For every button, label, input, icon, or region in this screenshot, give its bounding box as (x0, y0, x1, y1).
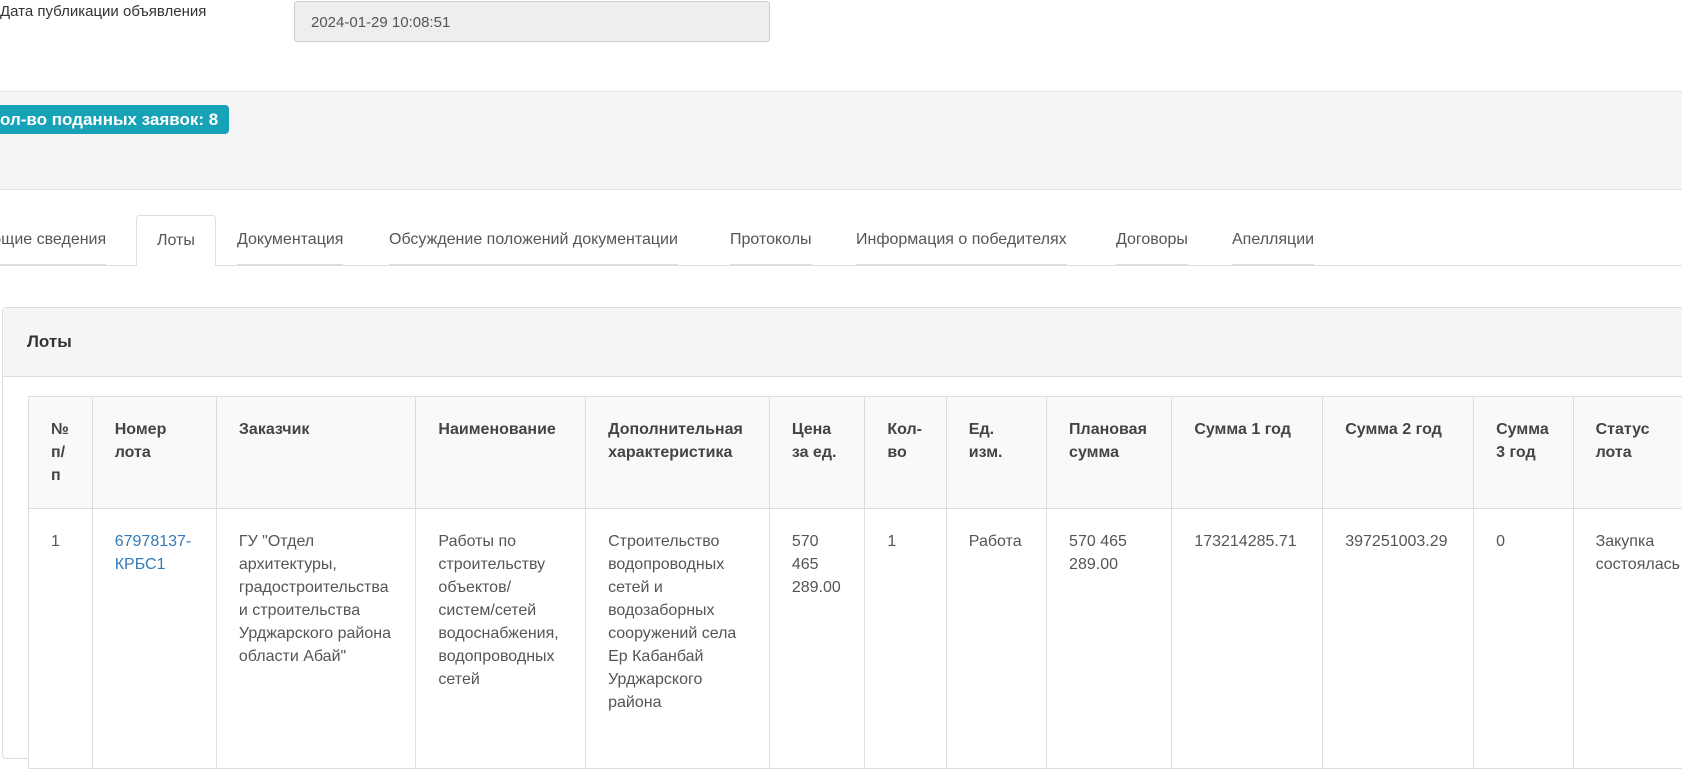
lots-panel-title: Лоты (3, 308, 1682, 377)
tabs-nav: бщие сведения Лоты Документация Обсужден… (0, 215, 1682, 266)
tab-protocols[interactable]: Протоколы (730, 215, 812, 265)
col-sum3: Сумма 3 год (1474, 397, 1573, 509)
cell-lot-number: 67978137-КРБС1 (92, 509, 216, 769)
cell-num: 1 (29, 509, 93, 769)
col-unit: Ед. изм. (946, 397, 1046, 509)
col-num: № п/п (29, 397, 93, 509)
lot-number-link[interactable]: 67978137-КРБС1 (115, 533, 192, 573)
col-sum2: Сумма 2 год (1323, 397, 1474, 509)
lots-table: № п/п Номер лота Заказчик Наименование Д… (28, 396, 1682, 769)
lots-panel: Лоты № п/п Номер лота Заказчик Наименова… (2, 307, 1682, 759)
col-sum1: Сумма 1 год (1172, 397, 1323, 509)
cell-status: Закупка состоялась (1573, 509, 1682, 769)
cell-extra: Строительство водопроводных сетей и водо… (586, 509, 770, 769)
cell-name: Работы по строительству объектов/систем/… (416, 509, 586, 769)
tab-general[interactable]: бщие сведения (0, 215, 106, 265)
table-row: 1 67978137-КРБС1 ГУ "Отдел архитектуры, … (29, 509, 1682, 769)
bids-count-bar: ол-во поданных заявок: 8 (0, 91, 1682, 159)
cell-unit: Работа (946, 509, 1046, 769)
table-header-row: № п/п Номер лота Заказчик Наименование Д… (29, 397, 1682, 509)
cell-sum1: 173214285.71 (1172, 509, 1323, 769)
col-lot-number: Номер лота (92, 397, 216, 509)
cell-planned: 570 465 289.00 (1047, 509, 1172, 769)
col-qty: Кол-во (865, 397, 946, 509)
tab-documentation[interactable]: Документация (237, 215, 343, 265)
cell-sum2: 397251003.29 (1323, 509, 1474, 769)
cell-customer: ГУ "Отдел архитектуры, градостроительств… (216, 509, 416, 769)
col-extra: Дополнительная характеристика (586, 397, 770, 509)
tab-winners[interactable]: Информация о победителях (856, 215, 1067, 265)
cell-qty: 1 (865, 509, 946, 769)
col-price: Цена за ед. (769, 397, 865, 509)
publication-date-field[interactable]: 2024-01-29 10:08:51 (294, 1, 770, 42)
col-planned: Плановая сумма (1047, 397, 1172, 509)
bids-count-badge: ол-во поданных заявок: 8 (0, 105, 229, 134)
publication-date-label: Дата публикации объявления (0, 3, 206, 20)
tab-contracts[interactable]: Договоры (1116, 215, 1188, 265)
col-customer: Заказчик (216, 397, 416, 509)
col-name: Наименование (416, 397, 586, 509)
info-bar (0, 158, 1682, 190)
col-status: Статус лота (1573, 397, 1682, 509)
tab-lots[interactable]: Лоты (136, 215, 216, 266)
tab-doc-discussion[interactable]: Обсуждение положений документации (389, 215, 678, 265)
cell-sum3: 0 (1474, 509, 1573, 769)
tab-appeals[interactable]: Апелляции (1232, 215, 1314, 265)
cell-price: 570 465 289.00 (769, 509, 865, 769)
